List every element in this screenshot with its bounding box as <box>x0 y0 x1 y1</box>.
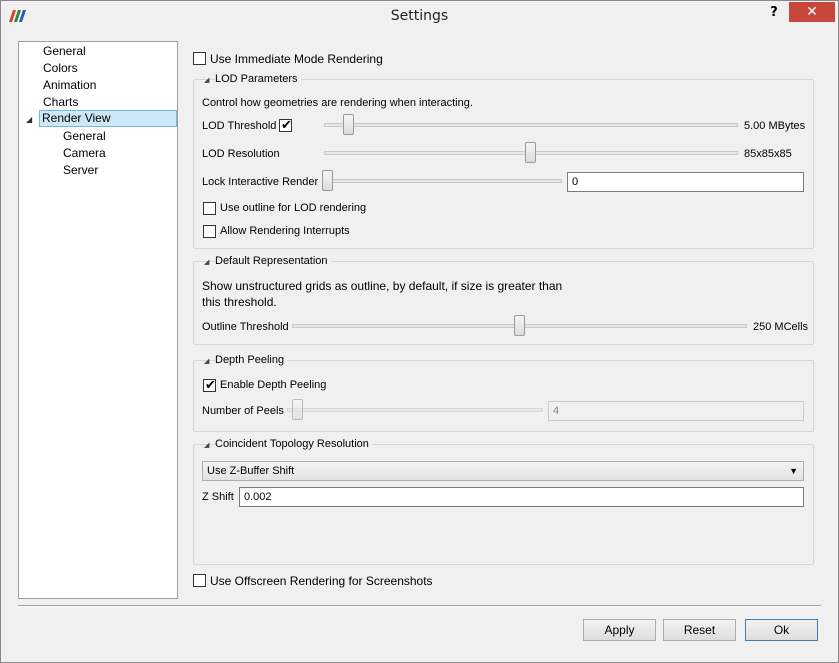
lod-threshold-checkbox[interactable]: ✔ <box>279 117 292 132</box>
check-icon: ✔ <box>281 117 292 132</box>
help-button[interactable]: ? <box>761 3 787 23</box>
depth-peeling-group <box>193 360 814 432</box>
dropdown-arrow-icon: ▼ <box>789 466 798 476</box>
number-of-peels-slider-track[interactable] <box>287 408 543 412</box>
lod-parameters-title: LOD Parameters <box>215 73 301 85</box>
coincident-topology-title: Coincident Topology Resolution <box>215 438 372 450</box>
title-bar: Settings ? ✕ <box>1 1 838 32</box>
settings-tree: General Colors Animation Charts ◢ Render… <box>18 41 178 599</box>
number-of-peels-input[interactable]: 4 <box>548 401 804 421</box>
check-icon: ✔ <box>205 377 216 392</box>
apply-button[interactable]: Apply <box>583 619 656 641</box>
collapse-triangle-icon[interactable]: ◢ <box>204 76 209 84</box>
separator-highlight <box>18 606 821 607</box>
collapse-triangle-icon[interactable]: ◢ <box>204 258 209 266</box>
settings-window: Settings ? ✕ General Colors Animation Ch… <box>0 0 839 663</box>
outline-threshold-slider-handle[interactable] <box>514 315 525 336</box>
lod-outline-checkbox[interactable] <box>203 202 216 215</box>
immediate-mode-checkbox[interactable] <box>193 52 206 65</box>
lod-description: Control how geometries are rendering whe… <box>202 97 473 109</box>
lock-interactive-slider-track[interactable] <box>322 179 562 183</box>
offscreen-rendering-checkbox[interactable] <box>193 574 206 587</box>
lod-resolution-value: 85x85x85 <box>744 148 792 160</box>
tree-item-camera[interactable]: Camera <box>61 145 106 162</box>
number-of-peels-slider-handle[interactable] <box>292 399 303 420</box>
rendering-interrupts-label: Allow Rendering Interrupts <box>220 225 350 237</box>
lod-outline-label: Use outline for LOD rendering <box>220 202 367 214</box>
tree-item-server[interactable]: Server <box>61 162 98 179</box>
outline-threshold-value: 250 MCells <box>753 321 809 333</box>
close-button[interactable]: ✕ <box>789 2 835 22</box>
rendering-interrupts-checkbox[interactable] <box>203 225 216 238</box>
lod-threshold-slider-handle[interactable] <box>343 114 354 135</box>
window-title: Settings <box>390 8 449 24</box>
tree-item-general[interactable]: General <box>41 43 86 60</box>
coincident-mode-select[interactable]: Use Z-Buffer Shift ▼ <box>202 461 804 481</box>
coincident-mode-value: Use Z-Buffer Shift <box>207 465 295 477</box>
tree-item-animation[interactable]: Animation <box>41 77 96 94</box>
lock-interactive-input[interactable]: 0 <box>567 172 804 192</box>
tree-item-charts[interactable]: Charts <box>41 94 78 111</box>
collapse-triangle-icon[interactable]: ◢ <box>204 441 209 449</box>
default-rep-description-line1: Show unstructured grids as outline, by d… <box>202 279 563 293</box>
tree-item-colors[interactable]: Colors <box>41 60 78 77</box>
lod-resolution-label: LOD Resolution <box>202 148 280 160</box>
number-of-peels-label: Number of Peels <box>202 405 284 417</box>
z-shift-input[interactable]: 0.002 <box>239 487 804 507</box>
reset-button[interactable]: Reset <box>663 619 736 641</box>
default-rep-description-line2: this threshold. <box>202 295 277 309</box>
outline-threshold-label: Outline Threshold <box>202 321 289 333</box>
ok-button[interactable]: Ok <box>745 619 818 641</box>
lock-interactive-slider-handle[interactable] <box>322 170 333 191</box>
immediate-mode-label: Use Immediate Mode Rendering <box>210 52 383 66</box>
depth-peeling-title: Depth Peeling <box>215 354 288 366</box>
tree-item-render-general[interactable]: General <box>61 128 106 145</box>
lod-threshold-label: LOD Threshold <box>202 120 277 132</box>
z-shift-label: Z Shift <box>202 491 234 503</box>
collapse-triangle-icon[interactable]: ◢ <box>204 357 209 365</box>
lod-resolution-slider-handle[interactable] <box>525 142 536 163</box>
tree-item-render-view[interactable]: Render View <box>39 110 177 127</box>
expanded-arrow-icon[interactable]: ◢ <box>26 115 32 124</box>
default-representation-title: Default Representation <box>215 255 331 267</box>
lod-threshold-slider-track[interactable] <box>324 123 738 127</box>
offscreen-rendering-label: Use Offscreen Rendering for Screenshots <box>210 574 433 588</box>
enable-depth-peeling-label: Enable Depth Peeling <box>220 379 327 391</box>
lock-interactive-label: Lock Interactive Render <box>202 176 319 188</box>
enable-depth-peeling-checkbox[interactable]: ✔ <box>203 377 216 392</box>
lod-threshold-value: 5.00 MBytes <box>744 120 806 132</box>
